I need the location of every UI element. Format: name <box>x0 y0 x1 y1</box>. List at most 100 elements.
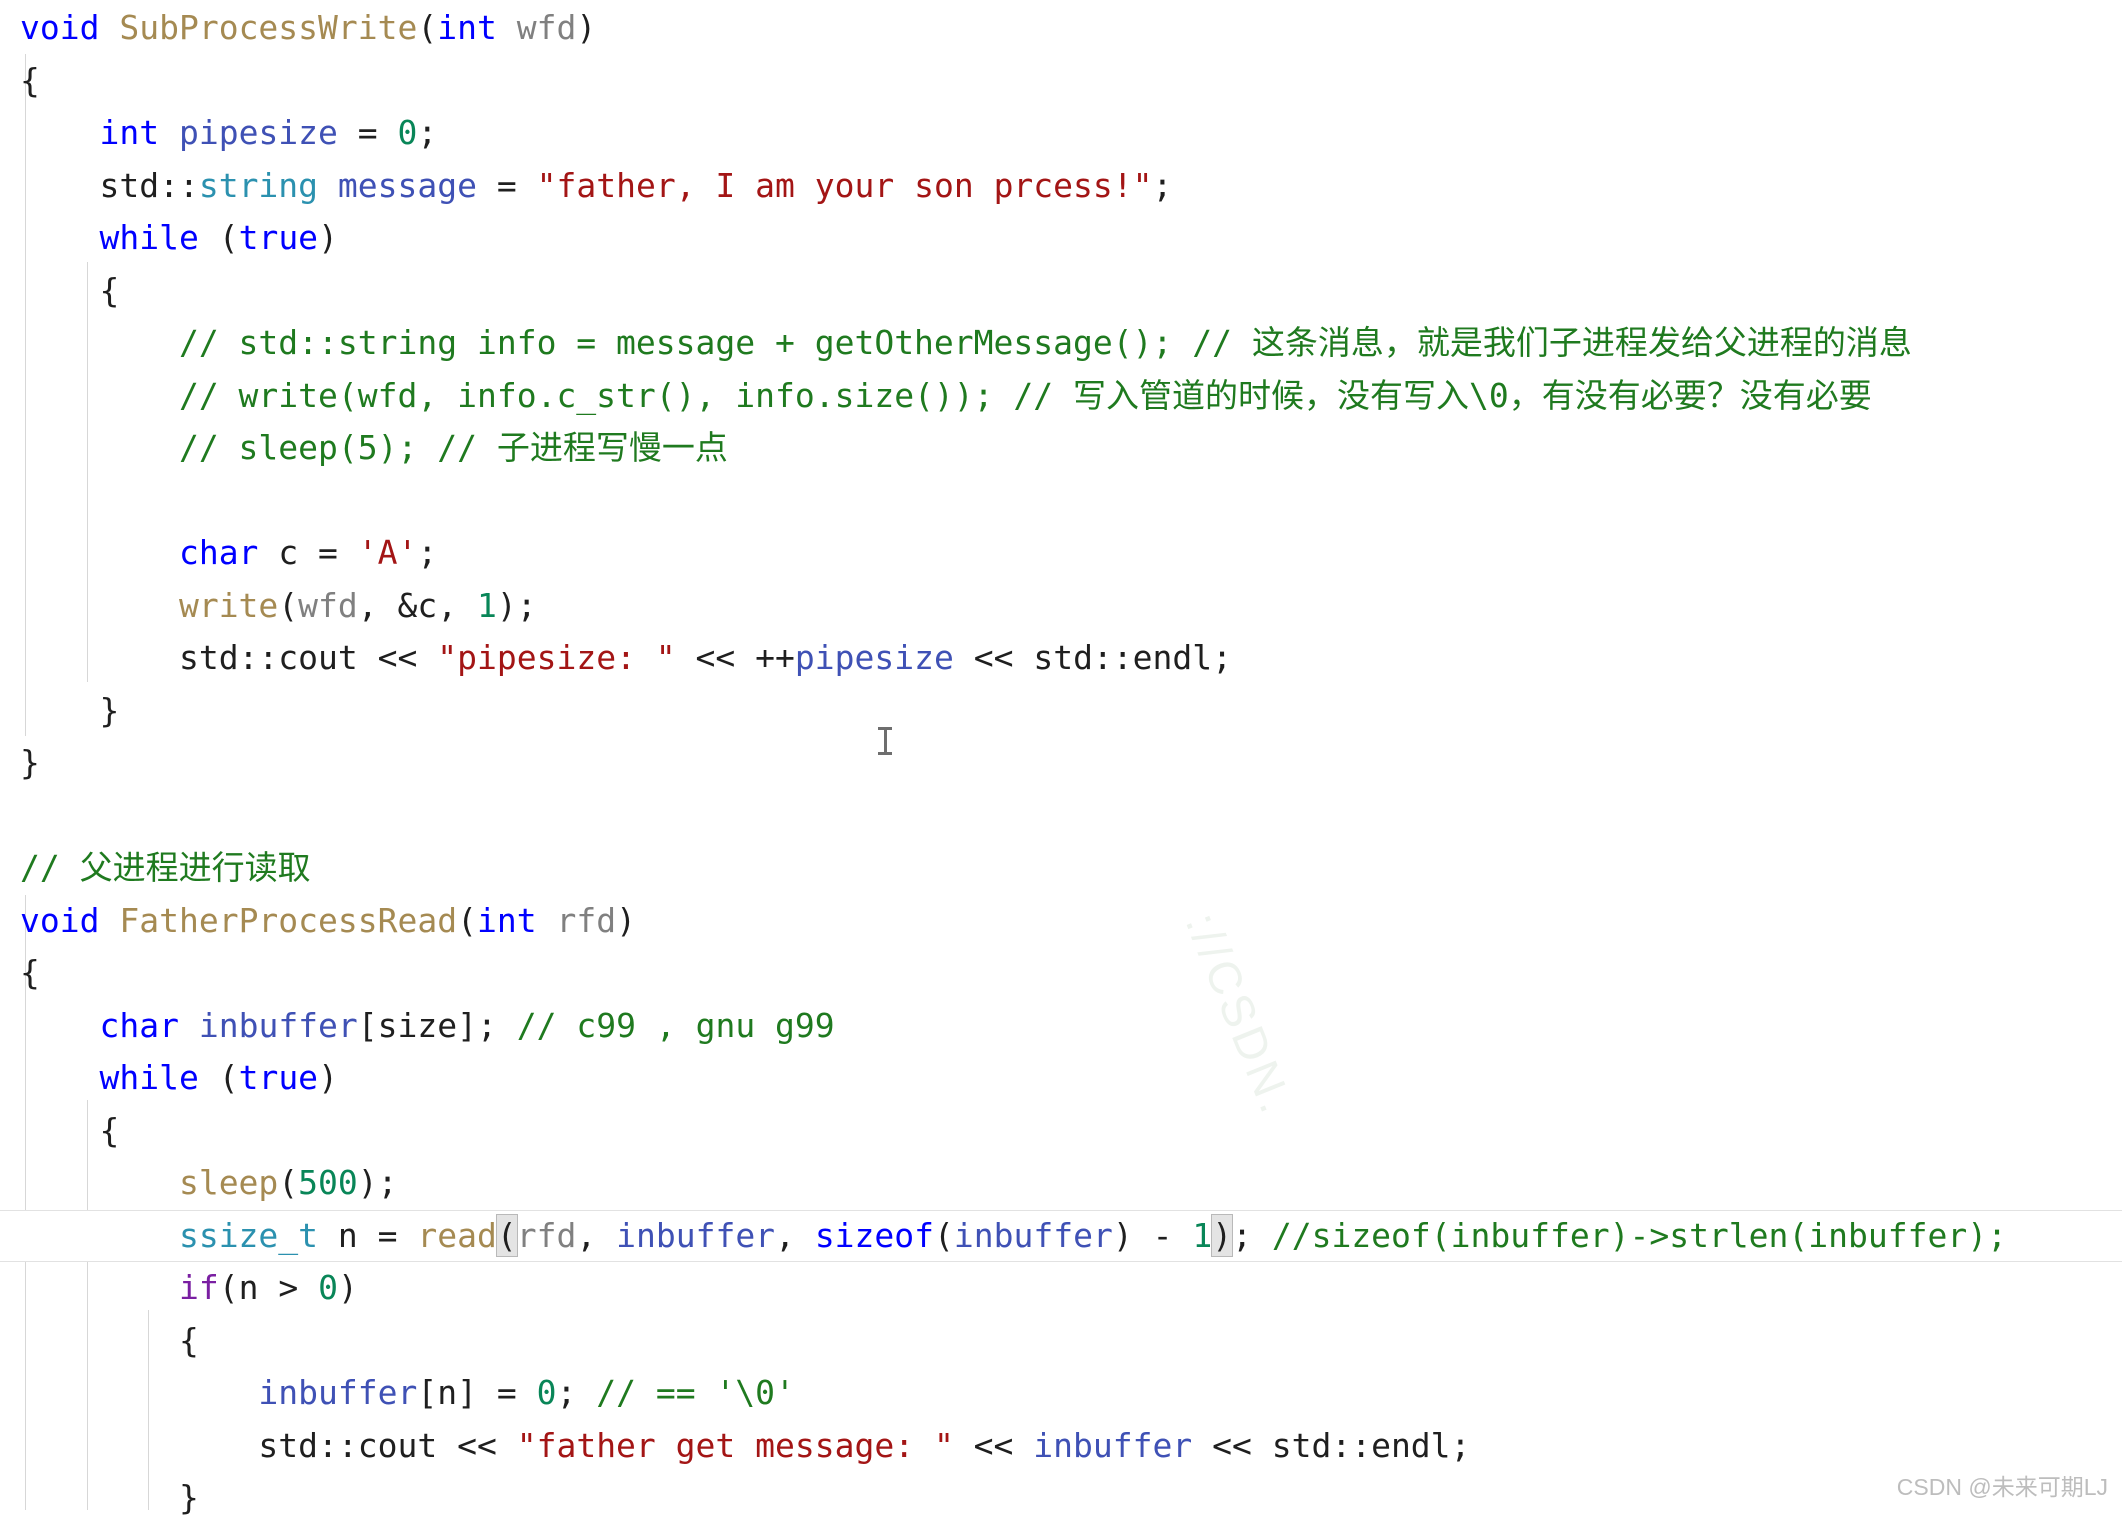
code-line[interactable]: void SubProcessWrite(int wfd) <box>0 2 2122 55</box>
code-line[interactable]: while (true) <box>0 1052 2122 1105</box>
code-line[interactable]: inbuffer[n] = 0; // == '\0' <box>0 1367 2122 1420</box>
code-line[interactable]: char c = 'A'; <box>0 527 2122 580</box>
token-keyword-sizeof: sizeof <box>814 1215 935 1255</box>
code-line[interactable]: // 父进程进行读取 <box>0 842 2122 895</box>
code-line[interactable]: write(wfd, &c, 1); <box>0 580 2122 633</box>
code-line-active[interactable]: ssize_t n = read(rfd, inbuffer, sizeof(i… <box>0 1209 2122 1262</box>
token-comment-c99: // c99 , gnu g99 <box>516 1005 835 1045</box>
token-number-500: 500 <box>298 1163 358 1202</box>
token-keyword-while: while <box>99 218 199 257</box>
token-keyword-char: char <box>99 1005 179 1045</box>
token-operator-stream: << <box>357 638 438 677</box>
token-operator: = <box>357 1215 418 1255</box>
token-semicolon: ; <box>516 585 537 625</box>
code-line[interactable]: // std::string info = message + getOther… <box>0 317 2122 370</box>
token-var-inbuffer: inbuffer <box>1033 1425 1193 1465</box>
token-semicolon: ; <box>1152 165 1173 205</box>
code-editor-viewport[interactable]: void SubProcessWrite(int wfd) { int pipe… <box>0 0 2122 1517</box>
code-line[interactable]: std::cout << "pipesize: " << ++pipesize … <box>0 632 2122 685</box>
token-brace: } <box>99 690 120 730</box>
bracket-match-open: ( <box>495 1213 518 1257</box>
code-line[interactable]: { <box>0 265 2122 318</box>
token-keyword-void: void <box>20 8 100 47</box>
token-operator: > <box>258 1268 319 1307</box>
token-semicolon: ; <box>417 113 438 152</box>
token-operator: = <box>337 113 398 152</box>
token-var-n: n <box>337 1215 358 1255</box>
code-line[interactable]: // write(wfd, info.c_str(), info.size())… <box>0 370 2122 423</box>
token-operator: - <box>1132 1215 1193 1255</box>
token-operator-stream: << ++ <box>675 638 795 677</box>
token-function-write: write <box>178 585 279 625</box>
code-line[interactable]: int pipesize = 0; <box>0 107 2122 160</box>
code-line[interactable]: } <box>0 685 2122 738</box>
token-keyword-int: int <box>437 8 497 47</box>
token-keyword-int: int <box>477 900 537 940</box>
code-line[interactable]: } <box>0 737 2122 790</box>
code-line[interactable]: sleep(500); <box>0 1157 2122 1210</box>
code-line[interactable]: std::cout << "father get message: " << i… <box>0 1420 2122 1473</box>
code-line[interactable]: void FatherProcessRead(int rfd) <box>0 895 2122 948</box>
code-line-blank[interactable] <box>0 790 2122 843</box>
token-keyword-int: int <box>99 113 160 152</box>
token-brace: } <box>178 1478 199 1517</box>
token-comment-write: // write(wfd, info.c_str(), info.size())… <box>178 375 1014 415</box>
token-comment-sleep: // sleep(5); <box>178 428 438 467</box>
token-type-ssize-t: ssize_t <box>178 1215 319 1255</box>
token-operator: = <box>477 1373 537 1412</box>
token-paren: ( <box>278 1163 299 1202</box>
token-var-message: message <box>337 165 477 205</box>
code-line-blank[interactable] <box>0 475 2122 528</box>
code-line[interactable]: } <box>0 1472 2122 1525</box>
token-std-endl: std::endl <box>1271 1425 1451 1465</box>
code-line[interactable]: if(n > 0) <box>0 1262 2122 1315</box>
token-number-one: 1 <box>1192 1215 1213 1255</box>
code-lines-container[interactable]: void SubProcessWrite(int wfd) { int pipe… <box>0 0 2122 1525</box>
token-param-wfd: wfd <box>298 585 358 625</box>
token-var-pipesize: pipesize <box>178 113 338 152</box>
code-line[interactable]: { <box>0 1315 2122 1368</box>
code-line[interactable]: { <box>0 55 2122 108</box>
token-string-literal-father-get: "father get message: " <box>516 1425 954 1465</box>
token-paren: ( <box>278 585 299 625</box>
token-comma: , <box>576 1215 617 1255</box>
token-keyword-void: void <box>20 900 100 940</box>
token-var-pipesize: pipesize <box>794 638 954 677</box>
code-line[interactable]: { <box>0 1105 2122 1158</box>
token-operator-stream: << <box>953 638 1034 677</box>
token-paren: ) <box>318 1058 338 1097</box>
token-semicolon: ; <box>377 1163 398 1202</box>
token-brace: { <box>178 1320 199 1360</box>
token-semicolon: ; <box>1212 638 1233 677</box>
code-line[interactable]: { <box>0 947 2122 1000</box>
token-comment-info-cn: // 这条消息，就是我们子进程发给父进程的消息 <box>1192 323 1912 362</box>
code-line[interactable]: // sleep(5); // 子进程写慢一点 <box>0 422 2122 475</box>
token-operator: = <box>298 533 358 572</box>
token-operator: = <box>477 165 537 205</box>
code-line[interactable]: std::string message = "father, I am your… <box>0 160 2122 213</box>
token-keyword-if: if <box>178 1268 219 1307</box>
token-keyword-true: true <box>238 1058 319 1097</box>
token-param-wfd: wfd <box>516 8 577 47</box>
token-paren: ( <box>934 1215 954 1255</box>
token-var-c: c <box>278 533 299 572</box>
token-function-sleep: sleep <box>178 1163 279 1202</box>
code-line[interactable]: while (true) <box>0 212 2122 265</box>
code-line[interactable]: char inbuffer[size]; // c99 , gnu g99 <box>0 1000 2122 1053</box>
token-comment-sleep-cn: // 子进程写慢一点 <box>437 428 728 467</box>
token-string-literal-pipesize: "pipesize: " <box>437 638 676 677</box>
token-var-inbuffer: inbuffer <box>953 1215 1113 1255</box>
